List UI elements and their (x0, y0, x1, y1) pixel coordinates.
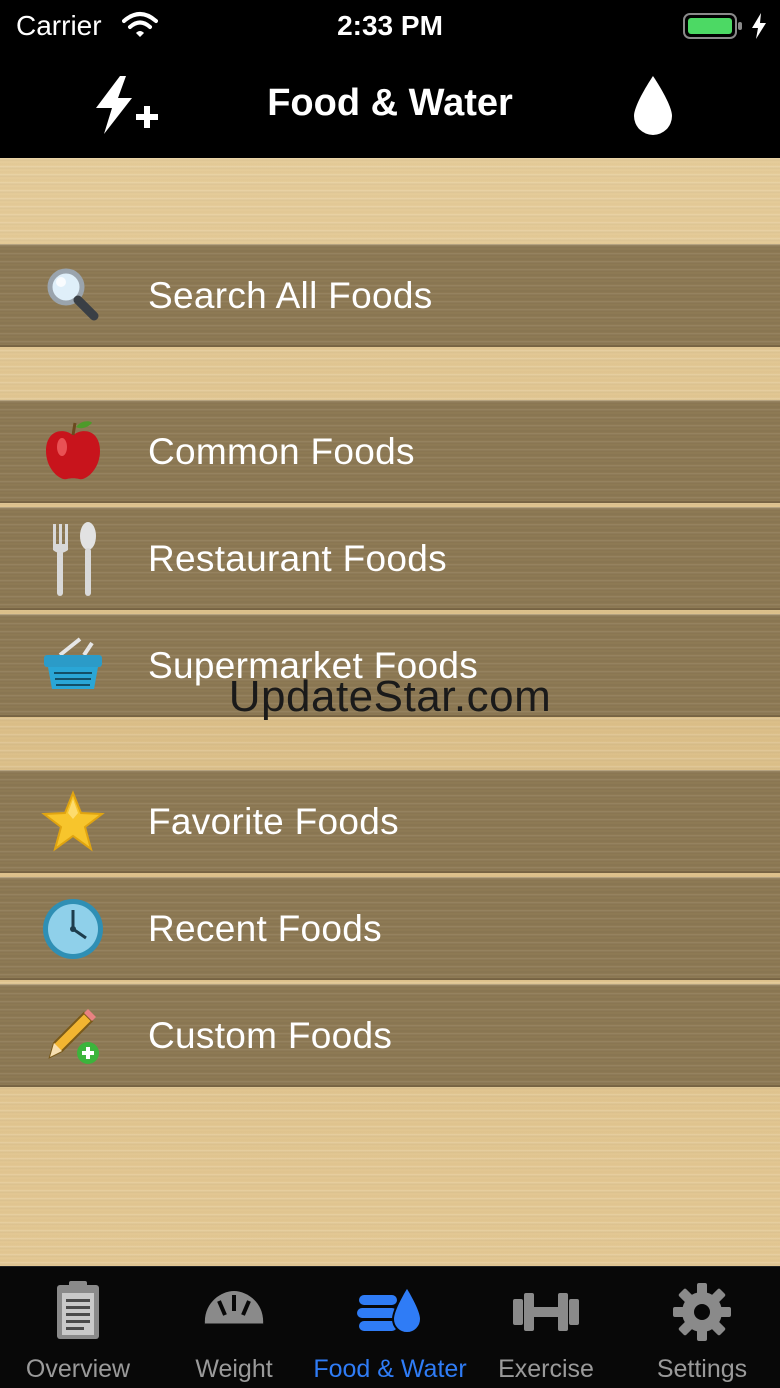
fork-spoon-icon (53, 522, 96, 596)
scale-icon (204, 1291, 264, 1327)
menu-item-supermarket-foods[interactable]: Supermarket Foods (0, 614, 780, 717)
basket-icon (44, 637, 102, 689)
menu-item-label: Recent Foods (148, 908, 382, 949)
tab-label: Food & Water (313, 1355, 467, 1383)
menu-item-label: Custom Foods (148, 1015, 393, 1056)
menu-item-label: Supermarket Foods (148, 645, 479, 686)
navigation-bar: Food & Water (0, 52, 780, 158)
clipboard-icon (57, 1281, 99, 1339)
tab-label: Exercise (498, 1355, 594, 1383)
menu-item-custom-foods[interactable]: Custom Foods (0, 984, 780, 1087)
gear-icon (673, 1283, 731, 1341)
menu-item-restaurant-foods[interactable]: Restaurant Foods (0, 507, 780, 610)
menu-item-search-all-foods[interactable]: Search All Foods (0, 244, 780, 347)
dumbbell-icon (513, 1293, 579, 1331)
status-time: 2:33 PM (337, 10, 443, 41)
tab-label: Settings (656, 1355, 748, 1383)
menu-item-label: Restaurant Foods (148, 538, 447, 579)
apple-icon (46, 421, 100, 480)
tab-label: Overview (25, 1355, 131, 1383)
tab-settings[interactable]: Settings (624, 1267, 780, 1388)
pencil-add-icon (48, 1009, 99, 1064)
tab-food-water[interactable]: Food & Water (312, 1267, 468, 1388)
menu-item-recent-foods[interactable]: Recent Foods (0, 877, 780, 980)
tab-label: Weight (195, 1355, 273, 1383)
food-water-icon (357, 1285, 423, 1334)
status-bar: Carrier 2:33 PM (0, 0, 780, 52)
charging-bolt-icon (752, 13, 766, 39)
clock-icon (43, 899, 103, 959)
water-drop-icon[interactable] (628, 74, 678, 136)
magnifier-icon (47, 268, 99, 321)
menu-item-label: Favorite Foods (148, 801, 399, 842)
tab-exercise[interactable]: Exercise (468, 1267, 624, 1388)
tab-bar: Overview Weight Food & Water Exercise Se… (0, 1266, 780, 1388)
quick-add-bolt-icon[interactable] (90, 74, 162, 136)
wifi-icon (122, 12, 158, 37)
menu-item-label: Common Foods (148, 431, 415, 472)
menu-item-label: Search All Foods (148, 275, 433, 316)
battery-icon (683, 13, 742, 39)
carrier-label: Carrier (16, 10, 102, 41)
tab-overview[interactable]: Overview (0, 1267, 156, 1388)
food-menu: Search All Foods Common Foods Restaurant… (0, 158, 780, 1266)
star-icon (41, 790, 105, 852)
menu-item-favorite-foods[interactable]: Favorite Foods (0, 770, 780, 873)
menu-item-common-foods[interactable]: Common Foods (0, 400, 780, 503)
tab-weight[interactable]: Weight (156, 1267, 312, 1388)
